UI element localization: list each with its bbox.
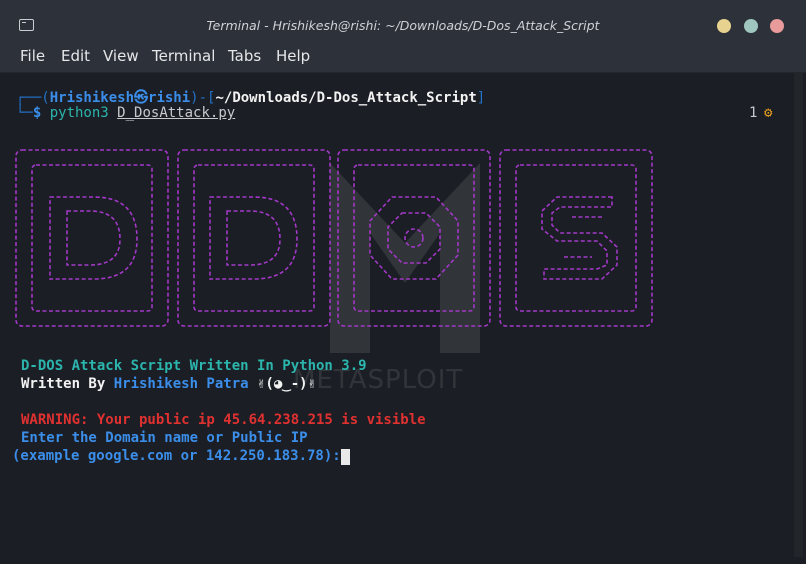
prompt-argument: D_DosAttack.py xyxy=(117,105,236,121)
gear-icon: ⚙ xyxy=(764,105,773,121)
terminal-output[interactable]: METASPLOIT ┌──(Hrishikesh㉿rishi)-[~/Down… xyxy=(10,73,794,557)
prompt-path: ~/Downloads/D-Dos_Attack_Script xyxy=(215,90,477,106)
maximize-button[interactable] xyxy=(744,19,758,33)
author-line: Written By Hrishikesh Patra ✌(◕‿-)✌ xyxy=(21,376,316,392)
banner-box-d2 xyxy=(177,149,331,327)
menu-file[interactable]: File xyxy=(20,47,45,65)
author-prefix: Written By xyxy=(21,376,114,392)
menu-tabs[interactable]: Tabs xyxy=(228,47,261,65)
prompt-at-symbol: ㉿ xyxy=(134,90,149,106)
prompt-user: Hrishikesh xyxy=(49,90,135,106)
author-emoji: ✌(◕‿-)✌ xyxy=(248,376,317,392)
window-title: Terminal - Hrishikesh@rishi: ~/Downloads… xyxy=(206,18,600,33)
warning-line: WARNING: Your public ip 45.64.238.215 is… xyxy=(21,412,426,428)
author-name: Hrishikesh Patra xyxy=(113,376,249,392)
menu-terminal[interactable]: Terminal xyxy=(152,47,215,65)
script-info-line: D-DOS Attack Script Written In Python 3.… xyxy=(21,358,367,374)
scrollbar[interactable] xyxy=(794,73,803,557)
prompt-header: ┌──(Hrishikesh㉿rishi)-[~/Downloads/D-Dos… xyxy=(16,90,486,106)
menu-help[interactable]: Help xyxy=(276,47,310,65)
banner-box-o xyxy=(337,149,491,327)
menu-view[interactable]: View xyxy=(103,47,139,65)
close-button[interactable] xyxy=(770,19,784,33)
prompt-command-line: └─$ python3 D_DosAttack.py xyxy=(16,105,236,121)
minimize-button[interactable] xyxy=(717,19,731,33)
menu-edit[interactable]: Edit xyxy=(61,47,90,65)
banner-box-d1 xyxy=(15,149,169,327)
prompt-host: rishi xyxy=(148,90,191,106)
job-count: 1 xyxy=(749,105,758,121)
input-prompt-line1: Enter the Domain name or Public IP xyxy=(21,430,308,446)
terminal-window: Terminal - Hrishikesh@rishi: ~/Downloads… xyxy=(0,0,806,564)
ddos-ascii-banner xyxy=(15,149,653,327)
prompt-command: python3 xyxy=(49,105,109,121)
banner-box-s xyxy=(499,149,653,327)
text-cursor[interactable] xyxy=(341,449,350,465)
input-prompt-line2: (example google.com or 142.250.183.78):- xyxy=(12,448,358,464)
menu-bar: File Edit View Terminal Tabs Help xyxy=(0,40,806,73)
title-bar[interactable]: Terminal - Hrishikesh@rishi: ~/Downloads… xyxy=(0,0,806,40)
